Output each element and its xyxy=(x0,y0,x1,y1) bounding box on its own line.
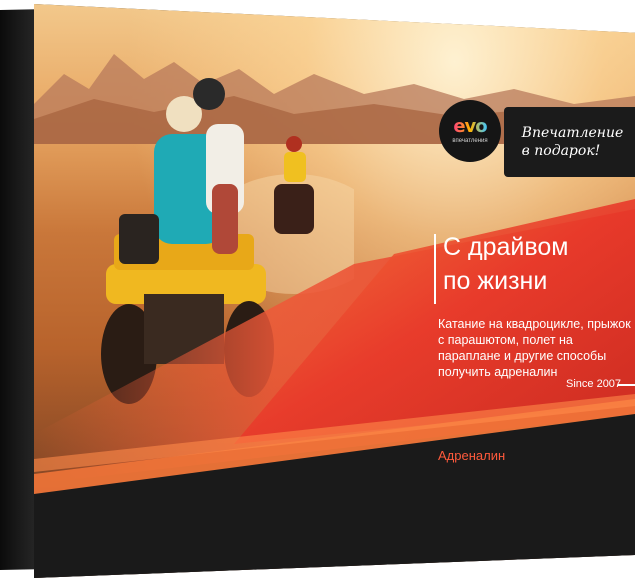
logo-subtitle: впечатления xyxy=(452,138,488,144)
gift-badge: Впечатление в подарок! xyxy=(504,107,635,177)
headline: С драйвом по жизни xyxy=(443,233,569,295)
badge-text: Впечатление в подарок! xyxy=(521,125,624,159)
description: Катание на квадроцикле, прыжок с парашют… xyxy=(438,317,631,379)
logo-name: evo xyxy=(453,116,487,137)
since-label: Since 2007 xyxy=(566,378,622,390)
gift-box-front: evo впечатления Впечатление в подарок! С… xyxy=(34,4,635,578)
category-label: Адреналин xyxy=(438,448,506,463)
evo-logo: evo впечатления xyxy=(439,100,501,162)
since-accent-line xyxy=(618,384,635,386)
headline-accent-bar xyxy=(434,234,436,304)
